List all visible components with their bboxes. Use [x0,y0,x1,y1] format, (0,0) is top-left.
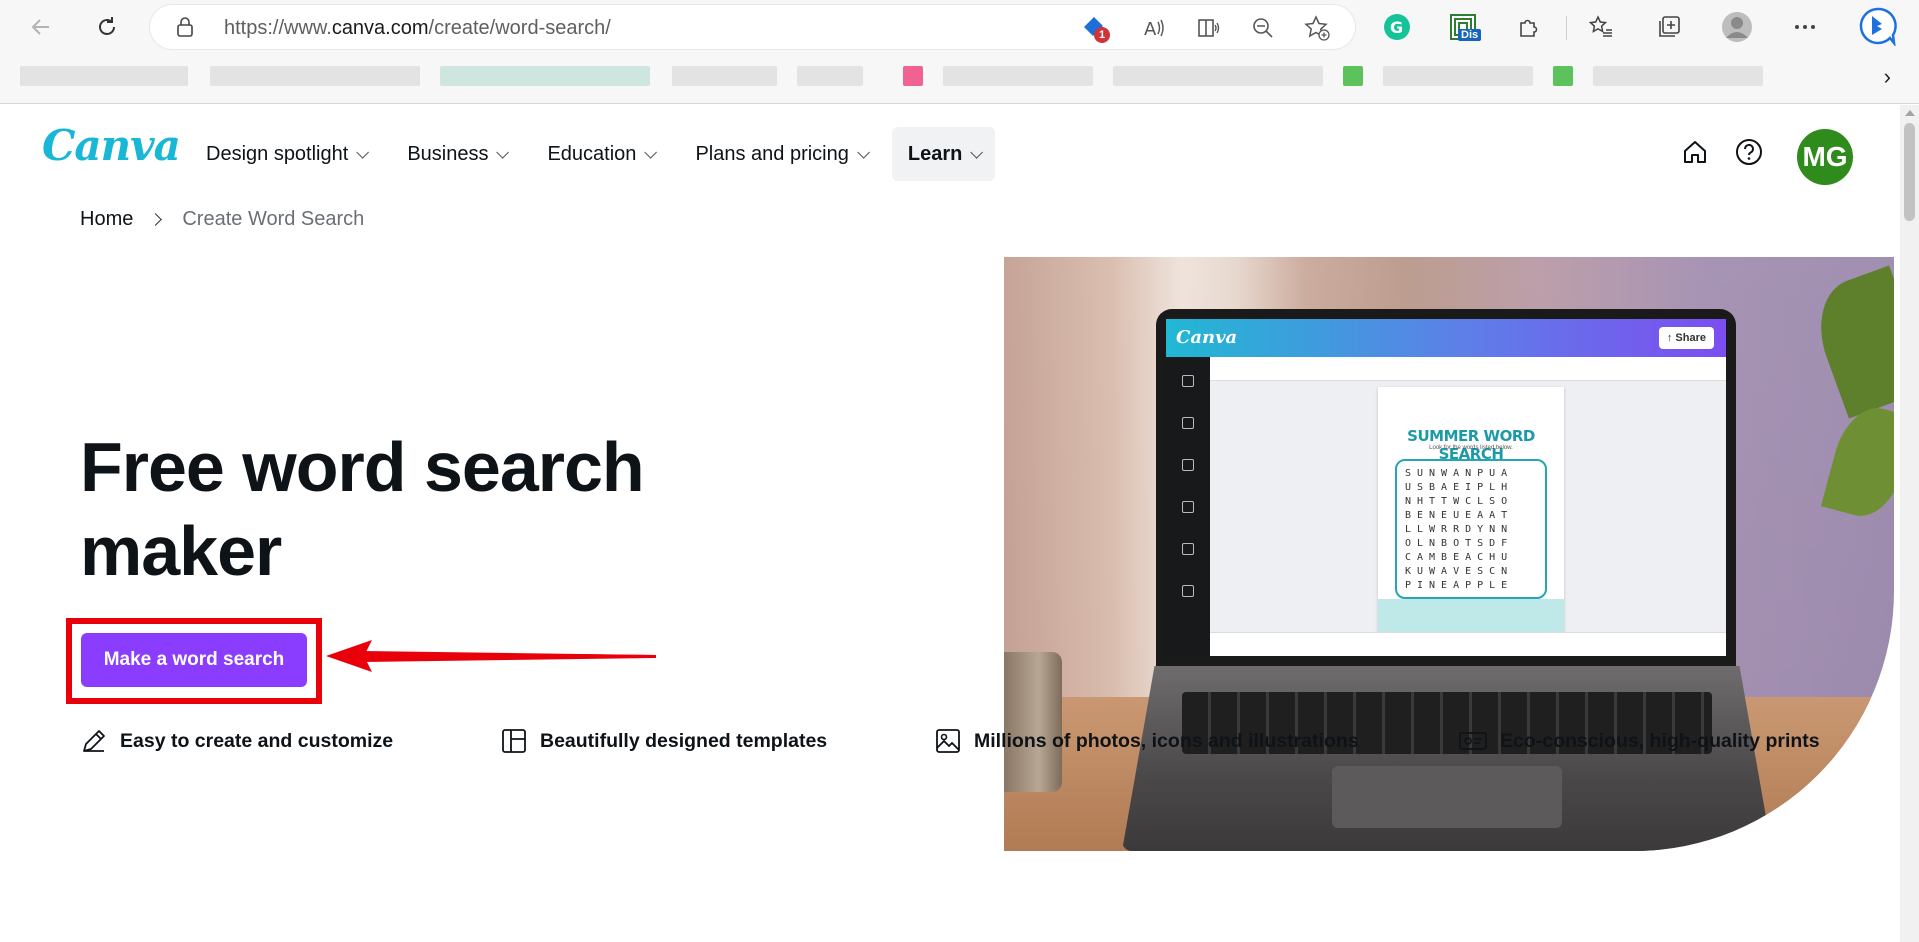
feature-templates: Beautifully designed templates [500,727,827,755]
browser-chrome: https://www.canva.com/create/word-search… [0,0,1919,104]
bing-copilot-icon[interactable] [1856,4,1900,48]
nav-business[interactable]: Business [391,127,521,181]
feature-prints: Eco-conscious, high-quality prints [1458,727,1820,755]
mockup-sidebar [1166,357,1210,656]
laptop-screen: Canva ↑ Share SUMMER WORD SEARCH Look fo… [1156,309,1736,666]
lock-icon [176,17,194,42]
chevron-down-icon [857,145,870,159]
scrollbar-thumb[interactable] [1904,123,1915,221]
dis-extension-label: Dis [1458,29,1482,41]
favorite-item[interactable] [1553,66,1573,86]
url-text: https://www.canva.com/create/word-search… [224,17,611,39]
favorite-item[interactable] [440,66,650,86]
chevron-down-icon [356,145,370,159]
canva-editor-mockup: Canva ↑ Share SUMMER WORD SEARCH Look fo… [1166,319,1726,656]
favorites-bar [0,54,1919,96]
favorite-item[interactable] [210,66,420,86]
annotation-arrow-icon [326,640,656,672]
refresh-button[interactable] [90,10,124,44]
canva-logo[interactable]: Canva [42,121,181,170]
print-icon [1459,732,1487,750]
favorite-item[interactable] [797,66,863,86]
chevron-down-icon [970,145,984,159]
breadcrumb-current: Create Word Search [182,208,365,230]
extensions-puzzle-icon[interactable] [1512,10,1546,44]
template-icon [502,729,526,753]
top-nav: Design spotlight Business Education Plan… [190,127,1005,181]
home-button[interactable] [1678,135,1712,169]
nav-learn[interactable]: Learn [891,127,996,181]
trackpad [1332,766,1562,828]
chevron-down-icon [496,145,510,159]
avatar[interactable]: MG [1797,129,1853,185]
nav-design-spotlight[interactable]: Design spotlight [190,127,381,181]
worksheet-subtitle: Look for the words listed below. [1429,445,1513,451]
notification-badge: 1 [1094,27,1110,43]
favorite-item[interactable] [20,66,188,86]
chevron-down-icon [644,145,658,159]
address-bar[interactable]: https://www.canva.com/create/word-search… [150,5,1355,49]
image-icon [936,729,960,753]
immersive-reader-icon[interactable] [1196,15,1222,41]
favorites-icon[interactable] [1584,10,1618,44]
mockup-share-button: ↑ Share [1658,327,1714,349]
svg-text:G: G [1390,18,1403,37]
features-row: Easy to create and customize Beautifully… [80,727,1880,767]
dis-extension-icon[interactable]: Dis [1446,10,1482,44]
profile-icon[interactable] [1720,10,1754,44]
refresh-icon [99,17,115,35]
more-menu-icon[interactable] [1788,10,1822,44]
mockup-logo: Canva [1176,327,1238,348]
nav-plans-and-pricing[interactable]: Plans and pricing [679,127,881,181]
shopping-icon[interactable]: 1 [1080,15,1110,43]
favorite-item[interactable] [903,66,923,86]
pencil-icon [83,730,105,752]
cup [1004,652,1062,792]
read-aloud-icon[interactable]: A [1142,15,1168,41]
add-favorite-icon[interactable] [1304,15,1330,41]
feature-easy-create: Easy to create and customize [80,727,393,755]
nav-label: Design spotlight [206,142,349,165]
favorite-item[interactable] [943,66,1093,86]
help-icon [1736,139,1762,165]
favorite-item[interactable] [1113,66,1323,86]
home-icon [1684,141,1706,163]
toolbar-divider [1566,16,1567,40]
help-button[interactable] [1732,135,1766,169]
page-title: Free word search maker [80,428,645,590]
back-button[interactable] [24,10,58,44]
favorite-item[interactable] [1383,66,1533,86]
worksheet-letter-grid: SUNWANPUA USBAEIPLH NHTTWCLSO BENEUEAAT … [1395,459,1547,599]
nav-label: Learn [907,142,963,165]
nav-label: Plans and pricing [695,142,849,165]
canva-page: Canva Design spotlight Business Educatio… [0,105,1900,942]
breadcrumb-home[interactable]: Home [80,208,133,231]
breadcrumb: Home Create Word Search [80,208,364,231]
collections-icon[interactable] [1652,10,1686,44]
favorite-item[interactable] [1343,66,1363,86]
page-scrollbar[interactable] [1900,105,1919,942]
grammarly-extension-icon[interactable]: G [1380,10,1414,44]
svg-text:A: A [1144,19,1157,40]
chevron-right-icon [149,213,163,226]
feature-media-library: Millions of photos, icons and illustrati… [934,727,1359,755]
nav-label: Business [407,142,489,165]
scroll-up-icon[interactable] [1905,110,1915,116]
make-word-search-button[interactable]: Make a word search [81,633,307,687]
favorite-item[interactable] [672,66,777,86]
nav-label: Education [547,142,637,165]
zoom-out-icon[interactable] [1250,15,1276,41]
chevron-right-icon[interactable]: › [1884,64,1891,90]
nav-education[interactable]: Education [531,127,669,181]
back-arrow-icon [31,19,49,35]
favorite-item[interactable] [1593,66,1763,86]
word-search-worksheet: SUMMER WORD SEARCH Look for the words li… [1378,387,1564,649]
